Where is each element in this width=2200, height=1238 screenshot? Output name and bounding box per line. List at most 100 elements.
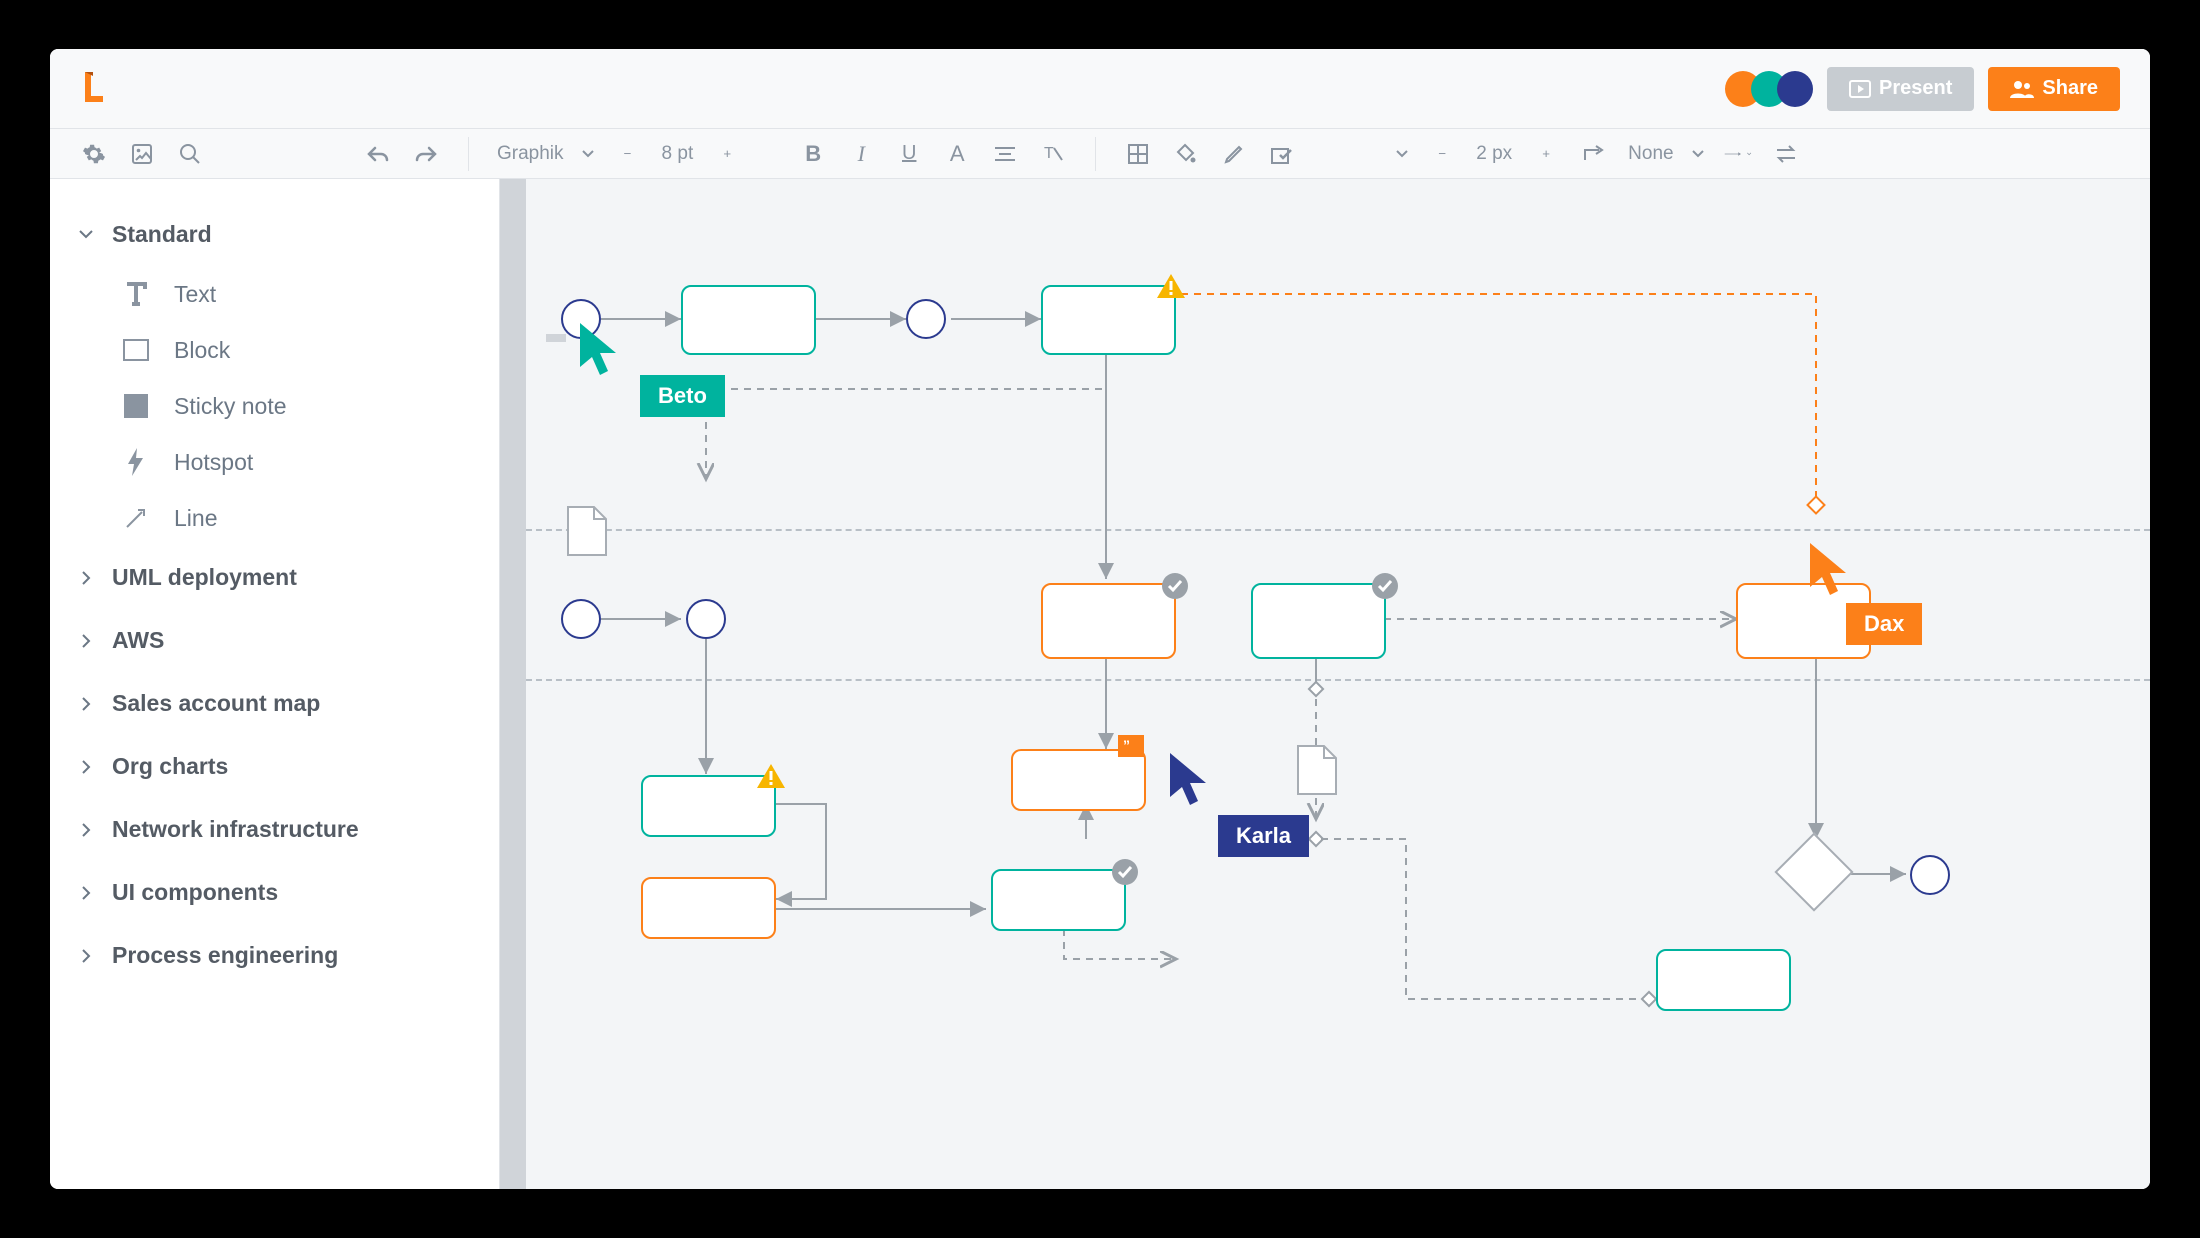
category-label: AWS bbox=[112, 627, 164, 654]
shape-item-text[interactable]: Text bbox=[122, 266, 499, 322]
collaborator-avatars bbox=[1725, 71, 1813, 107]
start-node[interactable] bbox=[561, 599, 601, 639]
shape-item-block[interactable]: Block bbox=[122, 322, 499, 378]
swap-direction-button[interactable] bbox=[1772, 140, 1800, 168]
arrow-icon bbox=[1724, 147, 1742, 161]
cursor-beto: Beto bbox=[576, 319, 725, 417]
app-logo[interactable] bbox=[80, 71, 110, 107]
avatar[interactable] bbox=[1777, 71, 1813, 107]
shape-icon bbox=[1127, 143, 1149, 165]
event-node[interactable] bbox=[906, 299, 946, 339]
image-button[interactable] bbox=[128, 140, 156, 168]
arrow-style-button[interactable] bbox=[1724, 140, 1752, 168]
gateway[interactable] bbox=[1774, 832, 1853, 911]
svg-text:T: T bbox=[1044, 145, 1054, 162]
font-size-decrease[interactable]: − bbox=[614, 140, 642, 168]
check-badge bbox=[1162, 573, 1188, 599]
category-ui[interactable]: UI components bbox=[78, 861, 499, 924]
present-button[interactable]: Present bbox=[1827, 67, 1974, 111]
undo-button[interactable] bbox=[364, 140, 392, 168]
line-icon bbox=[122, 504, 150, 532]
category-label: Process engineering bbox=[112, 942, 338, 969]
sticky-icon bbox=[122, 392, 150, 420]
category-org[interactable]: Org charts bbox=[78, 735, 499, 798]
lane-divider bbox=[526, 679, 2150, 681]
comment-badge[interactable]: ” bbox=[1118, 735, 1144, 757]
line-style-select[interactable]: None bbox=[1628, 143, 1703, 165]
undo-icon bbox=[366, 144, 390, 164]
line-style-value: None bbox=[1628, 143, 1673, 165]
caret-down-icon bbox=[582, 150, 594, 158]
shape-item-hotspot[interactable]: Hotspot bbox=[122, 434, 499, 490]
connector-button[interactable] bbox=[1580, 140, 1608, 168]
caret-right-icon bbox=[78, 948, 94, 964]
swap-icon bbox=[1774, 144, 1798, 164]
italic-button[interactable]: I bbox=[847, 140, 875, 168]
line-width-decrease[interactable]: − bbox=[1428, 140, 1456, 168]
align-button[interactable] bbox=[991, 140, 1019, 168]
caret-down-icon bbox=[1747, 150, 1751, 158]
share-label: Share bbox=[2042, 77, 2098, 100]
category-uml[interactable]: UML deployment bbox=[78, 546, 499, 609]
shape-label: Sticky note bbox=[174, 393, 287, 420]
font-size-increase[interactable]: + bbox=[713, 140, 741, 168]
cursor-dax: Dax bbox=[1806, 539, 1922, 645]
category-sales[interactable]: Sales account map bbox=[78, 672, 499, 735]
check-shape-button[interactable] bbox=[1268, 140, 1296, 168]
text-icon bbox=[122, 280, 150, 308]
underline-button[interactable]: U bbox=[895, 140, 923, 168]
font-family-select[interactable]: Graphik bbox=[497, 143, 594, 165]
shape-label: Line bbox=[174, 505, 217, 532]
category-network[interactable]: Network infrastructure bbox=[78, 798, 499, 861]
task-box[interactable] bbox=[641, 877, 776, 939]
block-icon bbox=[122, 336, 150, 364]
clear-format-button[interactable]: T bbox=[1039, 140, 1067, 168]
settings-button[interactable] bbox=[80, 140, 108, 168]
cursor-label: Beto bbox=[640, 375, 725, 417]
task-box[interactable] bbox=[1041, 583, 1176, 659]
task-box[interactable] bbox=[1251, 583, 1386, 659]
event-node[interactable] bbox=[686, 599, 726, 639]
caret-down-icon[interactable] bbox=[1396, 150, 1408, 158]
shape-item-sticky[interactable]: Sticky note bbox=[122, 378, 499, 434]
line-width-increase[interactable]: + bbox=[1532, 140, 1560, 168]
warning-badge bbox=[756, 763, 786, 789]
font-name-value: Graphik bbox=[497, 143, 564, 165]
check-shape-icon bbox=[1270, 143, 1294, 165]
category-standard[interactable]: Standard bbox=[78, 203, 499, 266]
category-label: Org charts bbox=[112, 753, 228, 780]
category-label: UI components bbox=[112, 879, 278, 906]
app-header: Present Share bbox=[50, 49, 2150, 129]
search-button[interactable] bbox=[176, 140, 204, 168]
category-aws[interactable]: AWS bbox=[78, 609, 499, 672]
shape-label: Text bbox=[174, 281, 216, 308]
category-process[interactable]: Process engineering bbox=[78, 924, 499, 987]
connector-icon bbox=[1582, 144, 1606, 164]
fill-icon bbox=[1175, 143, 1197, 165]
text-color-button[interactable]: A bbox=[943, 140, 971, 168]
shape-item-line[interactable]: Line bbox=[122, 490, 499, 546]
check-badge bbox=[1372, 573, 1398, 599]
file-icon[interactable] bbox=[566, 505, 608, 557]
lane-divider bbox=[526, 529, 2150, 531]
people-icon bbox=[2010, 80, 2034, 98]
caret-right-icon bbox=[78, 885, 94, 901]
task-box[interactable] bbox=[991, 869, 1126, 931]
caret-right-icon bbox=[78, 633, 94, 649]
fill-button[interactable] bbox=[1172, 140, 1200, 168]
cursor-icon bbox=[1166, 749, 1214, 809]
gear-icon bbox=[82, 142, 106, 166]
task-box[interactable] bbox=[1011, 749, 1146, 811]
cursor-label: Dax bbox=[1846, 603, 1922, 645]
shape-button[interactable] bbox=[1124, 140, 1152, 168]
pen-button[interactable] bbox=[1220, 140, 1248, 168]
task-box[interactable] bbox=[1656, 949, 1791, 1011]
play-icon bbox=[1849, 80, 1871, 98]
share-button[interactable]: Share bbox=[1988, 67, 2120, 111]
redo-button[interactable] bbox=[412, 140, 440, 168]
format-toolbar: Graphik − 8 pt + B I U A T − 2 bbox=[50, 129, 2150, 179]
canvas[interactable]: ” Beto Karla bbox=[500, 179, 2150, 1189]
end-node[interactable] bbox=[1910, 855, 1950, 895]
caret-right-icon bbox=[78, 759, 94, 775]
bold-button[interactable]: B bbox=[799, 140, 827, 168]
